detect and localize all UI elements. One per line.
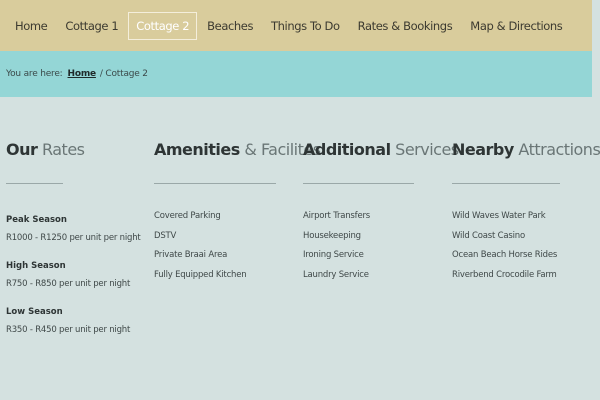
attractions-divider — [452, 183, 560, 184]
nav-item-cottage-1[interactable]: Cottage 1 — [57, 12, 126, 40]
list-item: Riverbend Crocodile Farm — [452, 270, 557, 281]
list-item: Wild Coast Casino — [452, 230, 525, 241]
list-item: DSTV — [154, 230, 177, 241]
season-price: R1000 - R1250 per unit per night — [6, 233, 141, 243]
season-name: High Season — [6, 261, 66, 271]
amenities-heading-bold: Amenities — [154, 140, 240, 159]
services-heading-light: Services — [390, 140, 459, 159]
amenities-divider — [154, 183, 276, 184]
list-item: Airport Transfers — [303, 211, 371, 221]
rates-divider — [6, 183, 63, 184]
season-price: R350 - R450 per unit per night — [6, 325, 131, 335]
services-heading: Additional Services — [303, 140, 459, 159]
nav-item-home[interactable]: Home — [7, 12, 55, 40]
services-divider — [303, 183, 414, 184]
nav-item-rates-bookings[interactable]: Rates & Bookings — [350, 12, 461, 40]
list-item: Ocean Beach Horse Rides — [452, 250, 558, 261]
rates-heading-bold: Our — [6, 140, 38, 159]
list-item: Ironing Service — [303, 250, 364, 261]
rates-heading-light: Rates — [37, 140, 85, 159]
services-column: Additional Services Airport Transfers Ho… — [303, 140, 459, 290]
list-item: Wild Waves Water Park — [452, 211, 546, 221]
list-item: Covered Parking — [154, 211, 221, 221]
amenities-column: Amenities & Facilites Covered Parking DS… — [154, 140, 321, 290]
main-nav: Home Cottage 1 Cottage 2 Beaches Things … — [0, 0, 592, 51]
list-item: Housekeeping — [303, 230, 361, 241]
amenities-list: Covered Parking DSTV Private Braai Area … — [154, 211, 294, 290]
season-price: R750 - R850 per unit per night — [6, 279, 131, 289]
season-name: Peak Season — [6, 215, 67, 225]
breadcrumb-current: / Cottage 2 — [99, 69, 148, 79]
list-item: Fully Equipped Kitchen — [154, 270, 247, 281]
attractions-heading-bold: Nearby — [452, 140, 514, 159]
services-heading-bold: Additional — [303, 140, 391, 159]
attractions-list: Wild Waves Water Park Wild Coast Casino … — [452, 211, 592, 290]
breadcrumb: You are here: Home / Cottage 2 — [0, 51, 592, 97]
attractions-heading: Nearby Attractions — [452, 140, 600, 159]
breadcrumb-home-link[interactable]: Home — [68, 69, 97, 79]
attractions-column: Nearby Attractions Wild Waves Water Park… — [452, 140, 600, 290]
list-item: Laundry Service — [303, 270, 369, 281]
rates-column: Our Rates Peak Season R1000 - R1250 per … — [6, 140, 146, 353]
season-name: Low Season — [6, 307, 63, 317]
rates-heading: Our Rates — [6, 140, 146, 159]
nav-item-map-directions[interactable]: Map & Directions — [462, 12, 570, 40]
list-item: Private Braai Area — [154, 250, 228, 261]
nav-item-beaches[interactable]: Beaches — [199, 12, 261, 40]
services-list: Airport Transfers Housekeeping Ironing S… — [303, 211, 443, 290]
nav-item-things-to-do[interactable]: Things To Do — [263, 12, 348, 40]
rates-list: Peak Season R1000 - R1250 per unit per n… — [6, 215, 146, 335]
amenities-heading: Amenities & Facilites — [154, 140, 321, 159]
nav-item-cottage-2[interactable]: Cottage 2 — [128, 11, 198, 40]
breadcrumb-prefix: You are here: — [6, 69, 63, 79]
attractions-heading-light: Attractions — [513, 140, 600, 159]
